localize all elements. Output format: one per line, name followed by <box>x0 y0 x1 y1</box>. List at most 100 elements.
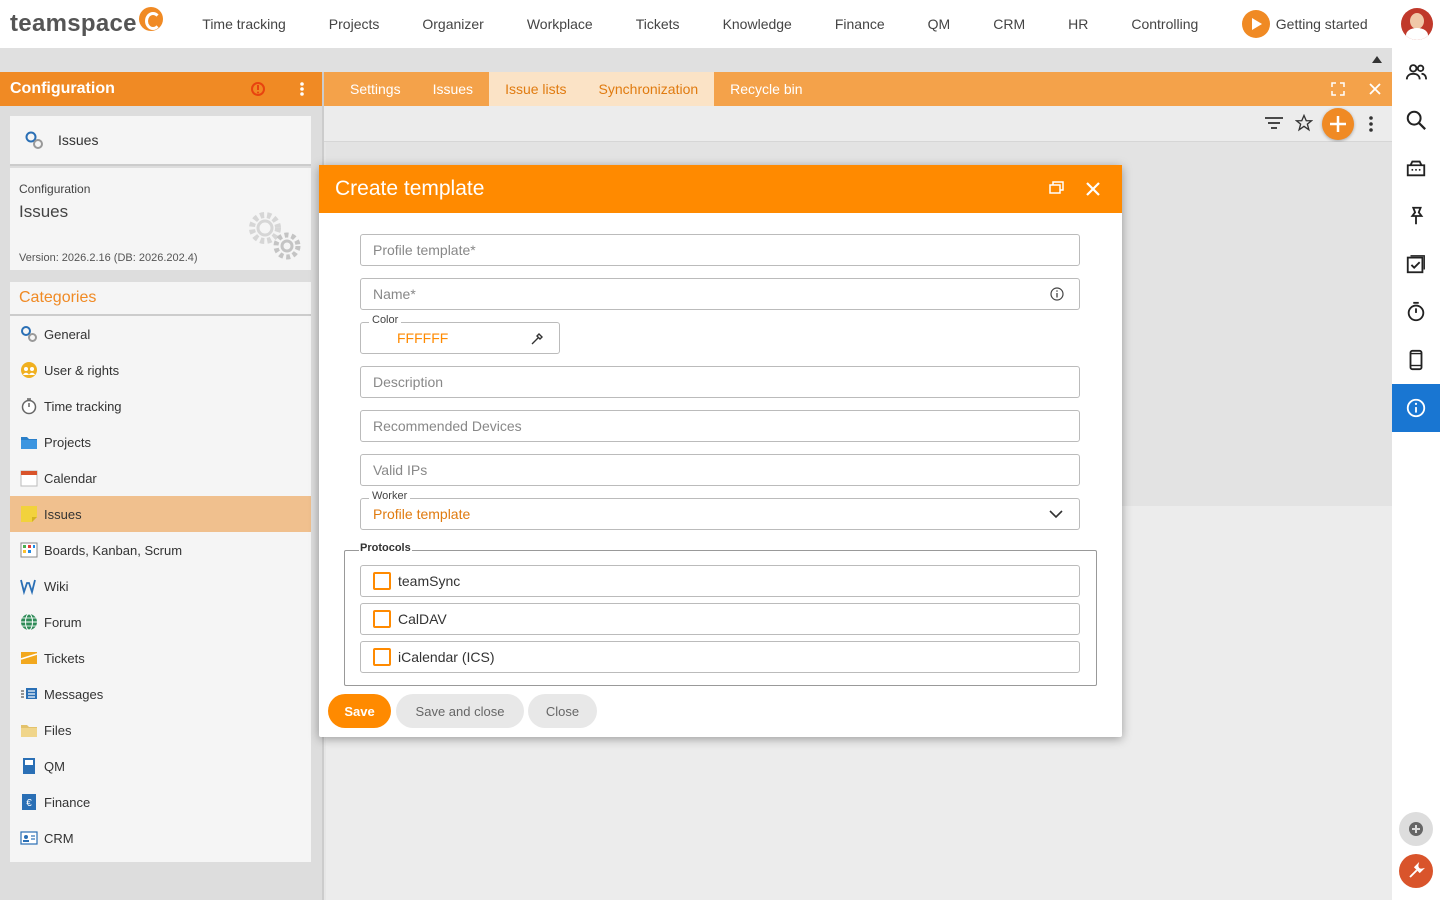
nav-tickets[interactable]: Tickets <box>636 16 680 32</box>
category-projects[interactable]: Projects <box>10 424 311 460</box>
nav-projects[interactable]: Projects <box>329 16 380 32</box>
module-card-issues[interactable]: Issues <box>10 116 311 166</box>
nav-organizer[interactable]: Organizer <box>422 16 483 32</box>
info-button[interactable] <box>1392 384 1440 432</box>
dialog-header: Create template <box>319 165 1122 213</box>
tab-synchronization[interactable]: Synchronization <box>582 72 715 106</box>
color-label: Color <box>369 314 402 326</box>
filter-icon[interactable] <box>1264 115 1284 133</box>
alert-icon[interactable] <box>250 81 266 97</box>
pin-button[interactable] <box>1392 192 1440 240</box>
folder-icon <box>21 437 37 449</box>
info-icon[interactable] <box>1050 287 1064 301</box>
getting-started-button[interactable]: Getting started <box>1241 10 1368 38</box>
search-button[interactable] <box>1392 96 1440 144</box>
protocol-icalendar[interactable]: iCalendar (ICS) <box>360 641 1080 673</box>
checkbox[interactable] <box>373 572 391 590</box>
name-placeholder: Name* <box>373 286 416 302</box>
user-avatar[interactable] <box>1401 8 1433 40</box>
star-icon[interactable] <box>1295 114 1313 132</box>
category-time-tracking[interactable]: Time tracking <box>10 388 311 424</box>
create-template-dialog: Create template Profile template* Name* … <box>319 165 1122 737</box>
module-card-label: Issues <box>58 132 99 148</box>
profile-template-input[interactable]: Profile template* <box>360 234 1080 266</box>
version-text: Version: 2026.2.16 (DB: 2026.202.4) <box>19 252 198 264</box>
add-button[interactable] <box>1322 108 1354 140</box>
category-wiki[interactable]: Wiki <box>10 568 311 604</box>
more-vertical-icon[interactable] <box>294 81 310 97</box>
close-icon[interactable] <box>1085 181 1101 197</box>
valid-ips-input[interactable]: Valid IPs <box>360 454 1080 486</box>
nav-workplace[interactable]: Workplace <box>527 16 593 32</box>
nav-time-tracking[interactable]: Time tracking <box>202 16 286 32</box>
tab-issues[interactable]: Issues <box>417 72 489 106</box>
collapse-up-icon[interactable] <box>1372 56 1382 63</box>
inbox-icon <box>1406 160 1426 177</box>
category-qm[interactable]: QM <box>10 748 311 784</box>
checkbox[interactable] <box>373 648 391 666</box>
category-issues[interactable]: Issues <box>10 496 311 532</box>
nav-qm[interactable]: QM <box>928 16 951 32</box>
save-button[interactable]: Save <box>328 694 391 728</box>
checkbox[interactable] <box>373 610 391 628</box>
tasks-button[interactable] <box>1392 240 1440 288</box>
checklist-icon <box>1406 255 1425 274</box>
recommended-devices-placeholder: Recommended Devices <box>373 418 522 434</box>
close-icon[interactable] <box>1366 80 1384 98</box>
nav-finance[interactable]: Finance <box>835 16 885 32</box>
category-finance[interactable]: € Finance <box>10 784 311 820</box>
category-general[interactable]: General <box>10 316 311 352</box>
category-user-rights[interactable]: User & rights <box>10 352 311 388</box>
protocol-teamsync[interactable]: teamSync <box>360 565 1080 597</box>
category-messages[interactable]: Messages <box>10 676 311 712</box>
inbox-button[interactable] <box>1392 144 1440 192</box>
save-and-close-button[interactable]: Save and close <box>396 694 524 728</box>
category-forum[interactable]: Forum <box>10 604 311 640</box>
calendar-icon <box>20 470 38 487</box>
nav-hr[interactable]: HR <box>1068 16 1088 32</box>
description-input[interactable]: Description <box>360 366 1080 398</box>
close-button[interactable]: Close <box>528 694 597 728</box>
category-crm[interactable]: CRM <box>10 820 311 856</box>
nav-controlling[interactable]: Controlling <box>1131 16 1198 32</box>
recommended-devices-input[interactable]: Recommended Devices <box>360 410 1080 442</box>
name-input[interactable]: Name* <box>360 278 1080 310</box>
sticky-note-icon <box>21 506 37 522</box>
nav-crm[interactable]: CRM <box>993 16 1025 32</box>
category-calendar[interactable]: Calendar <box>10 460 311 496</box>
tab-issue-lists[interactable]: Issue lists <box>489 72 583 106</box>
category-boards[interactable]: Boards, Kanban, Scrum <box>10 532 311 568</box>
category-label: Projects <box>44 434 91 450</box>
protocol-caldav[interactable]: CalDAV <box>360 603 1080 635</box>
wrench-icon <box>1409 862 1425 878</box>
worker-label: Worker <box>369 490 411 502</box>
color-input[interactable]: Color FFFFFF <box>360 314 560 354</box>
eyedropper-icon[interactable] <box>530 332 544 346</box>
logo-mark-icon <box>138 7 163 31</box>
configuration-header-title: Configuration <box>10 80 115 97</box>
more-vertical-icon[interactable] <box>1362 114 1380 134</box>
mobile-button[interactable] <box>1392 336 1440 384</box>
category-label: Forum <box>44 614 82 630</box>
tab-recycle-bin[interactable]: Recycle bin <box>714 72 818 106</box>
nav-knowledge[interactable]: Knowledge <box>723 16 792 32</box>
gears-icon <box>21 326 37 342</box>
restore-window-icon[interactable] <box>1049 181 1065 195</box>
contacts-button[interactable] <box>1392 48 1440 96</box>
info-icon <box>1406 398 1426 418</box>
add-widget-button[interactable] <box>1399 812 1433 846</box>
smartphone-icon <box>1409 349 1423 371</box>
play-icon <box>1241 10 1270 38</box>
category-files[interactable]: Files <box>10 712 311 748</box>
category-label: CRM <box>44 830 74 846</box>
fullscreen-icon[interactable] <box>1329 80 1347 98</box>
tools-button[interactable] <box>1399 854 1433 888</box>
plus-circle-icon <box>1409 822 1423 836</box>
worker-select[interactable]: Worker Profile template <box>360 490 1080 530</box>
users-icon <box>21 362 37 378</box>
category-tickets[interactable]: Tickets <box>10 640 311 676</box>
tab-settings[interactable]: Settings <box>324 72 417 106</box>
teamspace-logo[interactable]: teamspace <box>10 7 163 38</box>
config-label: Configuration <box>19 182 91 196</box>
timer-button[interactable] <box>1392 288 1440 336</box>
